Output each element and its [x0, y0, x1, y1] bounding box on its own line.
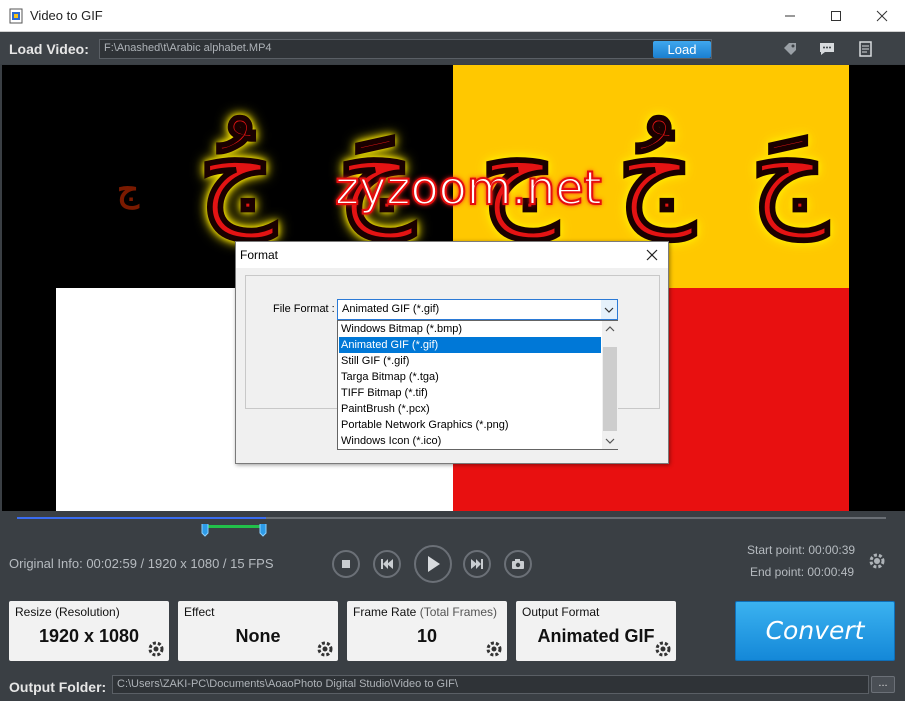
gear-icon[interactable]: [485, 640, 503, 658]
format-dialog: Format File Format : Animated GIF (*.gif…: [235, 241, 669, 464]
timeline-played: [17, 517, 267, 519]
resize-value: 1920 x 1080: [38, 626, 140, 646]
gear-icon[interactable]: [147, 640, 165, 658]
selection-range[interactable]: [207, 525, 261, 528]
file-format-options-list: Windows Bitmap (*.bmp) Animated GIF (*.g…: [337, 320, 618, 450]
effect-title: Effect: [184, 605, 215, 619]
convert-button[interactable]: Convert: [735, 601, 895, 661]
file-format-label: File Format :: [273, 303, 335, 315]
title-bar: Video to GIF: [0, 0, 905, 32]
original-info: Original Info: 00:02:59 / 1920 x 1080 / …: [9, 556, 274, 571]
format-option-ico[interactable]: Windows Icon (*.ico): [339, 433, 601, 449]
maximize-button[interactable]: [813, 0, 859, 32]
play-button[interactable]: [414, 545, 452, 583]
tag-icon[interactable]: [781, 40, 799, 58]
format-option-animated-gif[interactable]: Animated GIF (*.gif): [339, 337, 601, 353]
frame-rate-sublabel: (Total Frames): [419, 605, 498, 619]
gear-icon[interactable]: [654, 640, 672, 658]
frame-rate-value: 10: [416, 626, 438, 646]
watermark-text: zyzoom.net: [334, 160, 603, 216]
chevron-up-icon[interactable]: [605, 325, 615, 333]
file-format-select[interactable]: Animated GIF (*.gif): [337, 299, 618, 320]
next-icon: [471, 559, 483, 569]
frame-rate-title: Frame Rate (Total Frames): [353, 605, 497, 619]
window-title: Video to GIF: [30, 8, 103, 23]
gear-icon[interactable]: [868, 552, 886, 570]
arabic-glyph: جَ: [749, 99, 828, 240]
snapshot-button[interactable]: [504, 550, 532, 578]
output-format-card[interactable]: Output Format Animated GIF: [516, 601, 676, 661]
start-handle[interactable]: [201, 523, 209, 537]
dialog-title-bar: Format: [236, 242, 668, 268]
effect-card[interactable]: Effect None: [178, 601, 338, 661]
chat-icon[interactable]: [818, 40, 836, 58]
format-option-tga[interactable]: Targa Bitmap (*.tga): [339, 369, 601, 385]
effect-value: None: [235, 626, 281, 646]
load-video-label: Load Video:: [9, 41, 89, 57]
load-button[interactable]: Load: [653, 41, 711, 58]
end-point: End point: 00:00:49: [750, 565, 855, 579]
video-right-border: [849, 65, 905, 511]
close-button[interactable]: [859, 0, 905, 32]
scrollbar-thumb[interactable]: [603, 347, 617, 431]
output-folder-field[interactable]: C:\Users\ZAKI-PC\Documents\AoaoPhoto Dig…: [112, 675, 869, 694]
snapshot-icon: [512, 559, 524, 569]
resize-card[interactable]: Resize (Resolution) 1920 x 1080: [9, 601, 169, 661]
format-option-pcx[interactable]: PaintBrush (*.pcx): [339, 401, 601, 417]
output-format-title: Output Format: [522, 605, 600, 619]
maximize-icon: [831, 11, 841, 21]
arabic-glyph: جُ: [616, 99, 695, 240]
format-option-bmp[interactable]: Windows Bitmap (*.bmp): [339, 321, 601, 337]
format-option-tif[interactable]: TIFF Bitmap (*.tif): [339, 385, 601, 401]
close-icon: [646, 249, 658, 261]
end-handle[interactable]: [259, 523, 267, 537]
minimize-button[interactable]: [767, 0, 813, 32]
video-path-field[interactable]: F:\Anashed\t\Arabic alphabet.MP4: [99, 39, 712, 59]
previous-icon: [381, 559, 393, 569]
dropdown-scrollbar[interactable]: [602, 321, 618, 449]
chevron-down-icon[interactable]: [605, 437, 615, 445]
stop-icon: [342, 560, 350, 568]
timeline-track[interactable]: [17, 517, 886, 519]
output-folder-label: Output Folder:: [9, 679, 107, 695]
format-option-png[interactable]: Portable Network Graphics (*.png): [339, 417, 601, 433]
browse-button[interactable]: ...: [871, 676, 895, 693]
gear-icon[interactable]: [316, 640, 334, 658]
list-icon[interactable]: [857, 40, 875, 58]
stop-button[interactable]: [332, 550, 360, 578]
frame-rate-card[interactable]: Frame Rate (Total Frames) 10: [347, 601, 507, 661]
file-format-dropdown-button[interactable]: [601, 300, 617, 319]
dialog-close-button[interactable]: [641, 245, 663, 265]
minimize-icon: [785, 15, 795, 17]
chevron-down-icon: [604, 307, 614, 313]
close-icon: [876, 10, 888, 22]
arabic-glyph: ج: [117, 170, 139, 210]
previous-button[interactable]: [373, 550, 401, 578]
start-point: Start point: 00:00:39: [747, 543, 856, 557]
resize-title: Resize (Resolution): [15, 605, 120, 619]
frame-rate-label: Frame Rate: [353, 605, 417, 619]
format-option-still-gif[interactable]: Still GIF (*.gif): [339, 353, 601, 369]
app-icon: [9, 8, 23, 24]
arabic-glyph: جُ: [197, 99, 276, 240]
output-format-value: Animated GIF: [537, 626, 655, 646]
next-button[interactable]: [463, 550, 491, 578]
dialog-title: Format: [240, 248, 279, 262]
play-icon: [428, 556, 440, 572]
